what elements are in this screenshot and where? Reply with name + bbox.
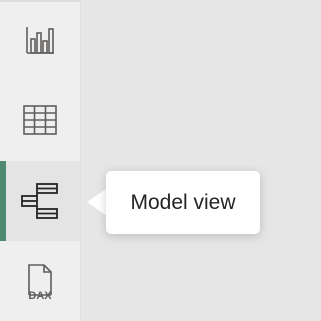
model-canvas[interactable] xyxy=(81,0,321,321)
model-diagram-icon xyxy=(21,183,58,219)
active-indicator xyxy=(0,161,6,241)
data-view-button[interactable] xyxy=(0,80,80,160)
dax-file-icon: DAX xyxy=(28,264,52,301)
model-view-tooltip: Model view xyxy=(106,171,260,234)
view-switcher-rail: DAX xyxy=(0,0,80,321)
dax-label: DAX xyxy=(28,290,52,301)
dax-query-view-button[interactable]: DAX xyxy=(0,241,80,321)
bar-chart-icon xyxy=(26,27,54,54)
table-grid-icon xyxy=(23,105,57,135)
model-view-button[interactable] xyxy=(0,161,80,241)
tooltip-pointer xyxy=(87,188,107,216)
tooltip-text: Model view xyxy=(130,190,236,214)
report-view-button[interactable] xyxy=(0,0,80,80)
